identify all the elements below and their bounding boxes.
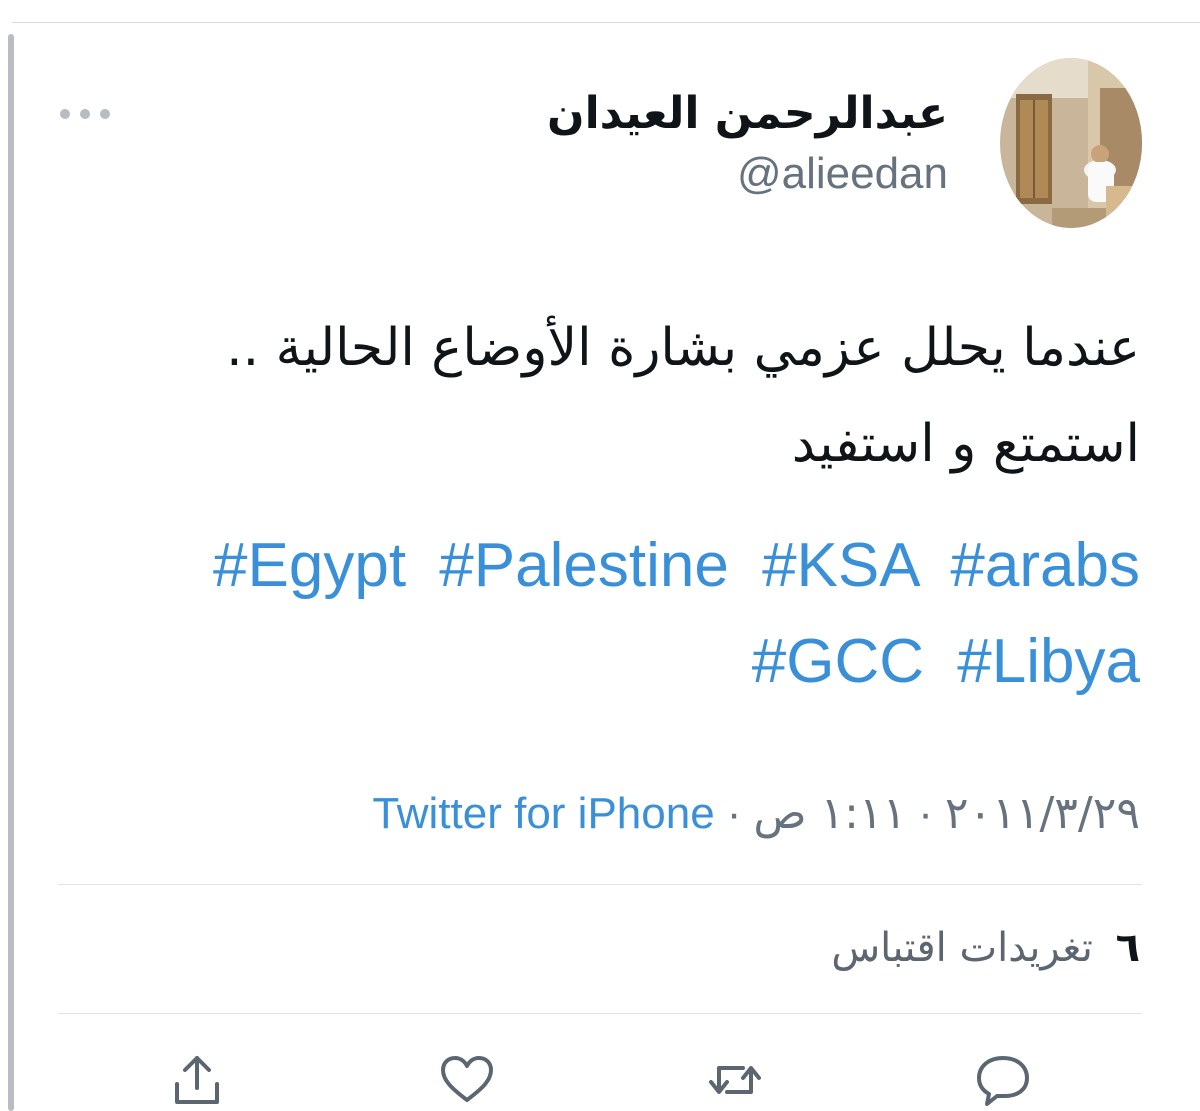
more-dot xyxy=(80,109,90,119)
heart-icon xyxy=(441,1056,493,1102)
reply-icon xyxy=(977,1056,1029,1106)
tweet-meta: Twitter for iPhone · ١:١١ ص · ٢٠١١/٣/٢٩ xyxy=(372,786,1140,842)
user-handle[interactable]: @alieedan xyxy=(737,148,948,200)
tweet-date: ٢٠١١/٣/٢٩ xyxy=(944,788,1140,839)
more-options-icon[interactable] xyxy=(60,100,110,128)
meta-separator: · xyxy=(726,789,742,838)
avatar-image xyxy=(1000,58,1142,228)
quote-label: تغريدات اقتباس xyxy=(831,925,1093,971)
hashtag-link[interactable]: #arabs xyxy=(950,531,1140,600)
user-display-name[interactable]: عبدالرحمن العيدان xyxy=(547,84,948,144)
hashtag-link[interactable]: #KSA xyxy=(762,531,917,600)
meta-separator: · xyxy=(918,789,933,838)
tweet-source-link[interactable]: Twitter for iPhone xyxy=(372,786,714,842)
more-dot xyxy=(60,109,70,119)
divider xyxy=(58,1013,1142,1014)
divider xyxy=(58,884,1142,885)
hashtag-row: #GCC #Libya xyxy=(752,626,1140,698)
tweet-time: ١:١١ ص xyxy=(753,788,907,839)
hashtag-link[interactable]: #GCC xyxy=(752,627,924,696)
hashtag-link[interactable]: #Libya xyxy=(957,627,1140,696)
quote-count: ٦ xyxy=(1115,925,1140,971)
quote-tweets-stat[interactable]: ٦ تغريدات اقتباس xyxy=(831,920,1140,976)
top-divider xyxy=(12,22,1200,23)
hashtag-row: #Egypt #Palestine #KSA #arabs xyxy=(213,530,1140,602)
tweet-text-line: عندما يحلل عزمي بشارة الأوضاع الحالية .. xyxy=(226,318,1140,378)
tweet-text-line: استمتع و استفيد xyxy=(791,414,1140,474)
reply-button[interactable] xyxy=(968,1050,1038,1111)
retweet-button[interactable] xyxy=(700,1050,770,1111)
share-button[interactable] xyxy=(162,1050,232,1111)
scroll-indicator[interactable] xyxy=(8,34,14,1111)
hashtag-link[interactable]: #Egypt xyxy=(213,531,406,600)
more-dot xyxy=(100,109,110,119)
avatar[interactable] xyxy=(1000,58,1142,228)
like-button[interactable] xyxy=(432,1050,502,1111)
retweet-icon xyxy=(709,1066,761,1094)
hashtag-link[interactable]: #Palestine xyxy=(439,531,729,600)
share-icon xyxy=(175,1056,219,1104)
